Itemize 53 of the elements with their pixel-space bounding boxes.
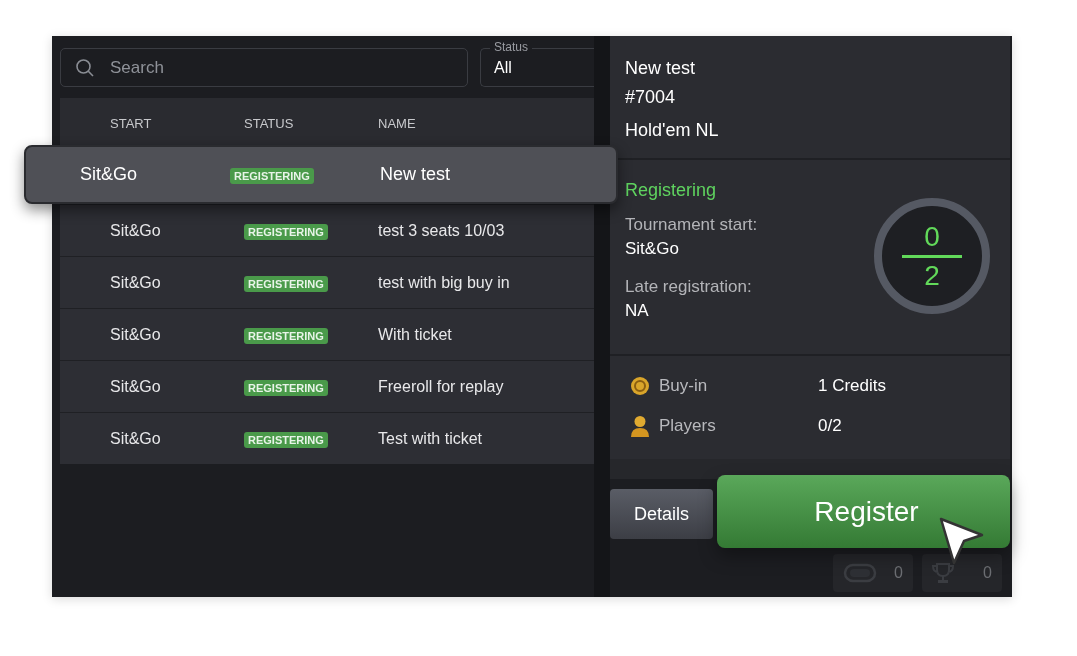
search-field[interactable]: Search <box>60 48 468 87</box>
table-cell-text: Sit&Go <box>109 273 162 292</box>
table-cell-text: With ticket <box>378 325 453 344</box>
start-value: Sit&Go <box>625 239 680 259</box>
registered-count: 0 <box>924 221 940 252</box>
start-label: Tournament start: <box>625 215 758 235</box>
tournament-status: Registering <box>625 180 718 201</box>
status-badge: REGISTERING <box>244 327 328 344</box>
late-registration-label: Late registration: <box>625 277 753 297</box>
status-badge: REGISTERING <box>244 275 328 292</box>
info-value: 1 Credits <box>818 376 887 396</box>
table-cell-text: Sit&Go <box>109 377 162 396</box>
tournament-id: #7004 <box>625 87 677 108</box>
status-badge: REGISTERING <box>244 223 328 240</box>
info-label: Buy-in <box>659 376 709 396</box>
game-type: Hold'em NL <box>625 120 720 141</box>
status-badge: REGISTERING <box>230 168 314 184</box>
info-label: Players <box>659 416 717 436</box>
details-button[interactable]: Details <box>610 489 713 539</box>
counter-value: 0 <box>894 564 903 582</box>
table-row[interactable]: Sit&Go REGISTERING Test with ticket <box>60 412 594 464</box>
seat-count: 2 <box>924 260 940 291</box>
late-registration-value: NA <box>625 301 650 321</box>
tournament-name: New test <box>625 58 697 79</box>
cursor-icon <box>939 517 985 567</box>
table-cell-text: Sit&Go <box>109 429 162 448</box>
coin-icon <box>630 376 650 396</box>
field-label: Status <box>490 40 533 54</box>
table-cell-text: test 3 seats 10/03 <box>378 221 506 240</box>
table-row[interactable]: Sit&Go REGISTERING test 3 seats 10/03 <box>60 204 594 256</box>
status-badge: REGISTERING <box>244 431 328 448</box>
table-row[interactable]: Sit&Go REGISTERING With ticket <box>60 308 594 360</box>
search-icon <box>75 58 95 78</box>
counter-value: 0 <box>983 564 992 582</box>
table-row[interactable]: Sit&Go REGISTERING test with big buy in <box>60 256 594 308</box>
trophy-icon <box>932 562 954 584</box>
table-cell-text: Test with ticket <box>378 429 484 448</box>
chip-icon <box>843 563 877 583</box>
column-header: START <box>109 115 153 131</box>
table-cell-text: Freeroll for replay <box>378 377 505 396</box>
table-cell-text: test with big buy in <box>378 273 511 292</box>
column-header: NAME <box>378 115 417 131</box>
table-cell-text: Sit&Go <box>79 164 139 185</box>
table-row[interactable]: Sit&Go REGISTERING New test <box>24 145 618 204</box>
info-value: 0/2 <box>818 416 842 436</box>
status-badge: REGISTERING <box>244 379 328 396</box>
table-row[interactable]: Sit&Go REGISTERING Freeroll for replay <box>60 360 594 412</box>
table-cell-text: Sit&Go <box>109 325 162 344</box>
table-cell-text: Sit&Go <box>109 221 162 240</box>
table-cell-text: New test <box>380 164 452 185</box>
column-header: STATUS <box>244 115 295 131</box>
person-icon <box>630 415 650 437</box>
register-button[interactable]: Register <box>717 475 1010 548</box>
